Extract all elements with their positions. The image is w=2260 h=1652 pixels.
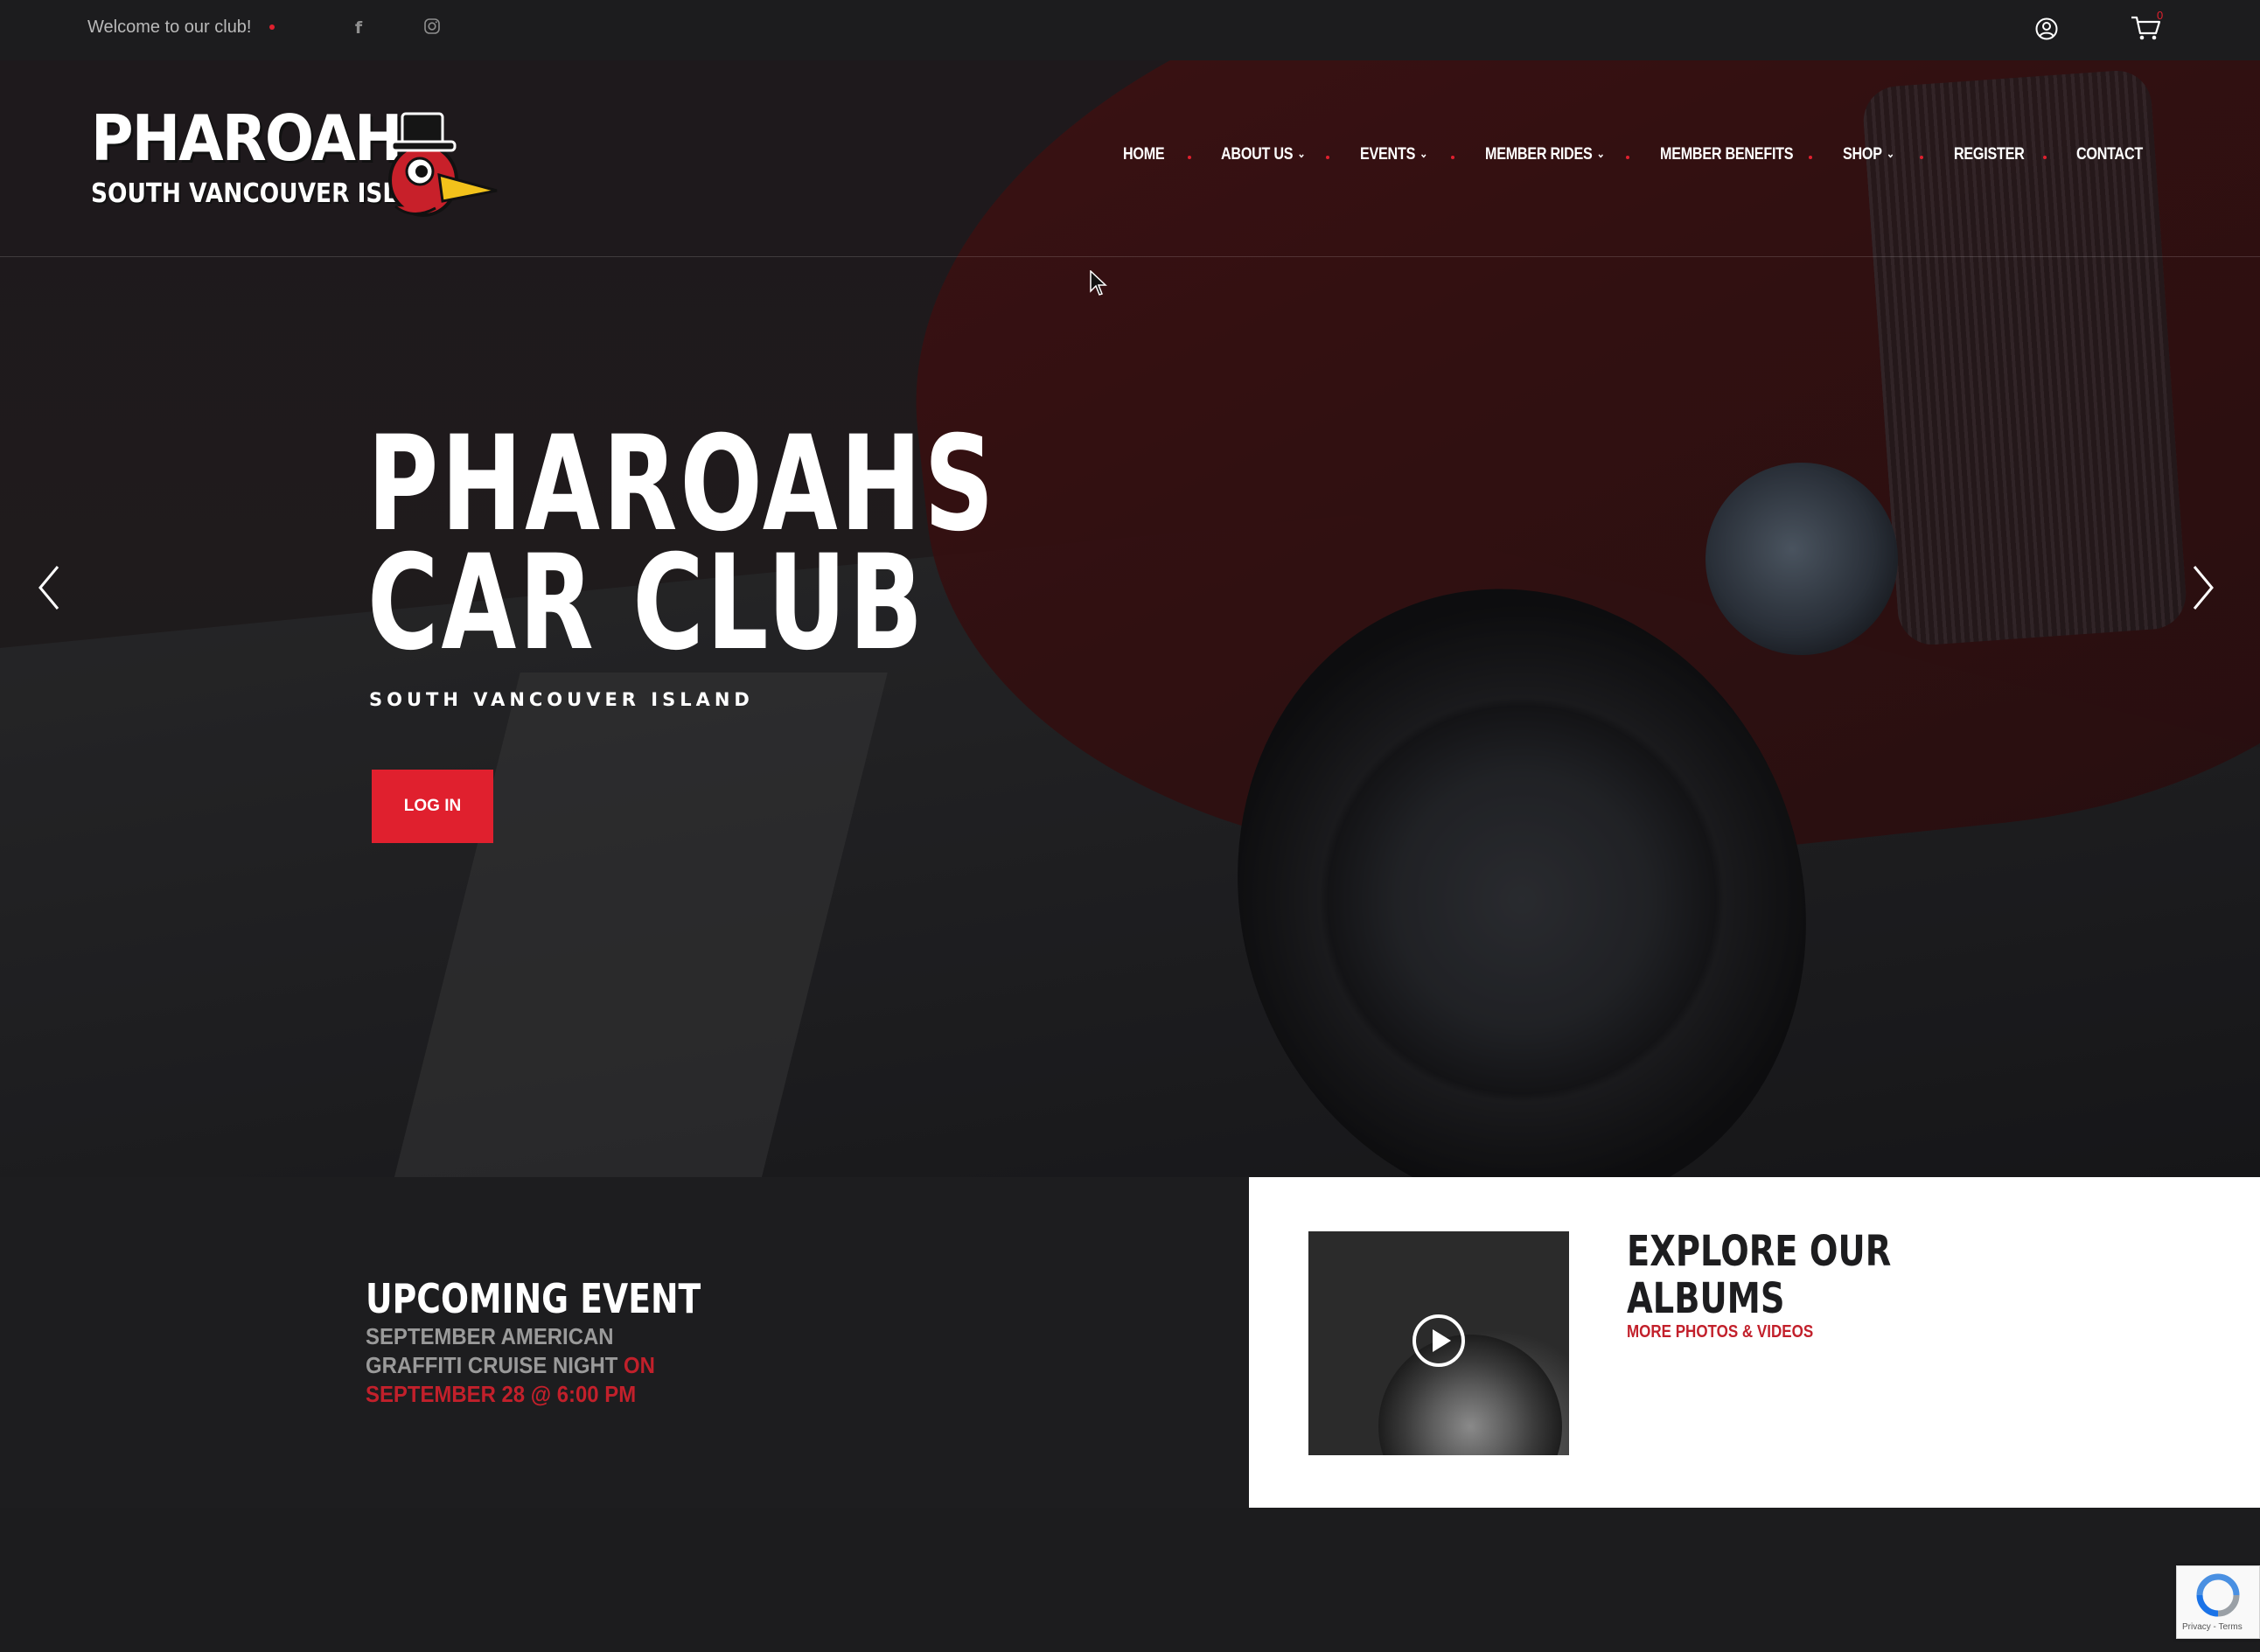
nav-home[interactable]: HOME [1123,145,1165,164]
event-name-link[interactable]: SEPTEMBER AMERICAN GRAFFITI CRUISE NIGHT [366,1323,617,1378]
chevron-down-icon: ⌄ [1886,147,1894,160]
nav-about-us[interactable]: ABOUT US ⌄ [1221,145,1306,164]
hero-subtitle: SOUTH VANCOUVER ISLAND [369,689,754,710]
chevron-right-icon[interactable] [2189,561,2219,614]
thumbnail-wheel-image [1378,1335,1562,1455]
hero-title-line1: PHAROAHS [367,408,997,561]
nav-separator [1920,156,1923,159]
album-video-thumbnail[interactable] [1308,1231,1569,1455]
account-icon[interactable] [2033,16,2060,42]
recaptcha-icon [2196,1573,2240,1617]
chevron-down-icon: ⌄ [1419,147,1428,160]
nav-separator [1326,156,1329,159]
cart-count-badge: 0 [2157,9,2164,22]
nav-separator [2043,156,2047,159]
nav-shop[interactable]: SHOP ⌄ [1843,145,1894,164]
albums-title-line2: ALBUMS [1627,1274,1785,1323]
upcoming-event-details[interactable]: SEPTEMBER AMERICAN GRAFFITI CRUISE NIGHT… [366,1322,703,1409]
facebook-icon[interactable]: f [348,17,369,38]
nav-member-benefits[interactable]: MEMBER BENEFITS [1660,145,1794,164]
hero-overlay [0,60,2260,1177]
mouse-cursor-icon [1090,270,1107,296]
page-bottom-section [0,1508,2260,1652]
more-photos-link[interactable]: MORE PHOTOS & VIDEOS [1627,1322,1813,1342]
nav-member-rides[interactable]: MEMBER RIDES ⌄ [1485,145,1605,164]
chevron-down-icon: ⌄ [1297,147,1306,160]
welcome-text: Welcome to our club! [87,17,252,37]
login-button[interactable]: LOG IN [372,770,493,843]
hero-title-line2: CAR CLUB [367,527,926,680]
albums-title-line1: EXPLORE OUR [1627,1227,1892,1276]
hero-title: PHAROAHS CAR CLUB [367,408,997,680]
nav-events[interactable]: EVENTS ⌄ [1360,145,1427,164]
nav-separator [1451,156,1454,159]
woodpecker-mascot-icon [388,112,498,217]
nav-separator [1188,156,1191,159]
recaptcha-badge[interactable]: Privacy - Terms [2176,1565,2260,1639]
separator-dot [269,24,275,30]
header-divider [0,256,2260,257]
nav-register[interactable]: REGISTER [1954,145,2025,164]
nav-separator [1626,156,1629,159]
top-bar: Welcome to our club! f 0 [0,0,2260,60]
play-icon[interactable] [1411,1313,1467,1369]
upcoming-event-heading: UPCOMING EVENT [366,1275,701,1322]
chevron-down-icon: ⌄ [1596,147,1605,160]
nav-separator [1809,156,1812,159]
hero-slider [0,60,2260,1177]
albums-title: EXPLORE OUR ALBUMS [1627,1228,1891,1322]
site-logo[interactable]: PHAROAHS SOUTH VANCOUVER ISLAND [87,101,499,224]
instagram-icon[interactable] [422,17,443,38]
nav-contact[interactable]: CONTACT [2076,145,2143,164]
recaptcha-links[interactable]: Privacy - Terms [2182,1622,2243,1632]
chevron-left-icon[interactable] [33,561,63,614]
